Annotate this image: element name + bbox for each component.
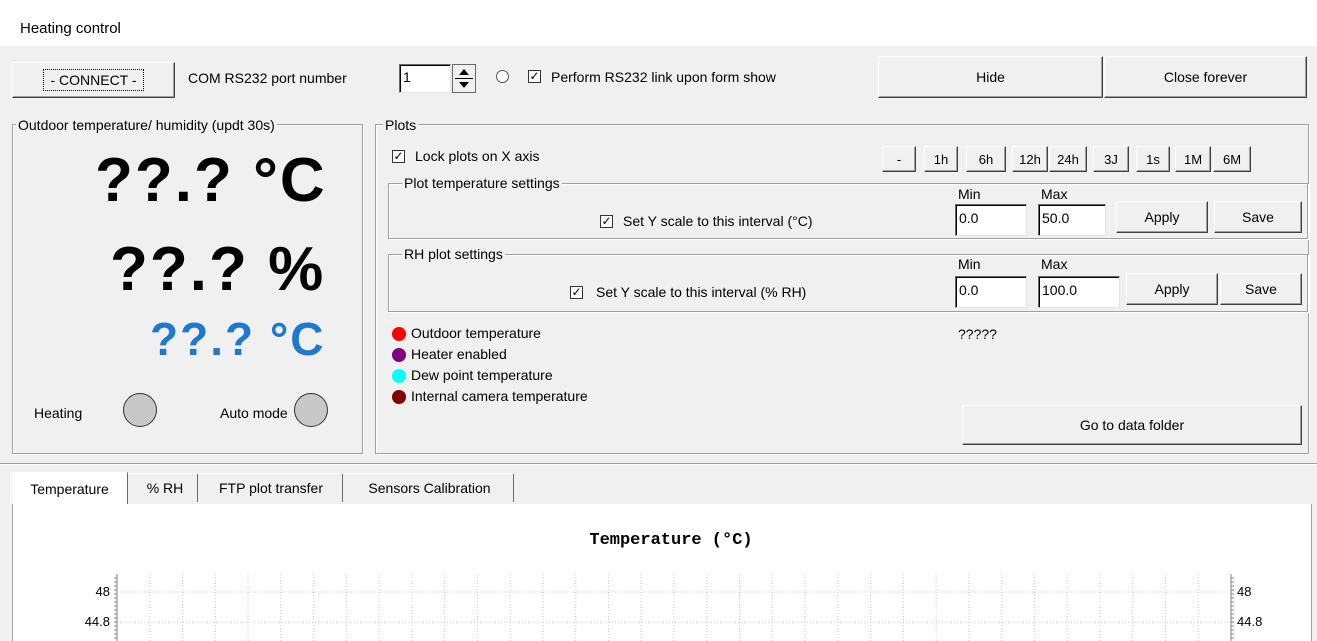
port-number-value: 1 — [403, 69, 411, 85]
rh-min-label: Min — [958, 256, 981, 272]
lock-plots-label: Lock plots on X axis — [415, 148, 540, 164]
connect-button-label: - CONNECT - — [43, 69, 144, 91]
temp-save-button[interactable]: Save — [1214, 201, 1302, 233]
rh-max-input[interactable]: 100.0 — [1038, 276, 1120, 308]
perform-link-label: Perform RS232 link upon form show — [551, 69, 776, 85]
rh-apply-button[interactable]: Apply — [1126, 273, 1218, 305]
temp-max-label: Max — [1041, 186, 1068, 202]
temp-apply-label: Apply — [1144, 209, 1180, 225]
tab-ftp-label: FTP plot transfer — [218, 480, 323, 496]
legend-outdoor-label: Outdoor temperature — [411, 325, 541, 341]
range-button-1h[interactable]: 1h — [924, 146, 958, 172]
tab-rh-label: % RH — [146, 480, 184, 496]
y-tick-left-48: 48 — [96, 584, 110, 599]
port-number-input[interactable]: 1 — [399, 64, 451, 93]
legend-dot-camera — [392, 390, 406, 404]
rh-min-input[interactable]: 0.0 — [955, 276, 1027, 308]
temp-min-label: Min — [958, 186, 981, 202]
legend-dot-outdoor — [392, 327, 406, 341]
temp-min-input[interactable]: 0.0 — [955, 204, 1027, 236]
rh-max-value: 100.0 — [1042, 282, 1078, 298]
rh-scale-checkbox[interactable]: ✓ — [570, 286, 583, 299]
chart-title: Temperature (°C) — [589, 531, 752, 550]
tab-sensors-calibration-label: Sensors Calibration — [368, 480, 491, 496]
temp-scale-checkbox[interactable]: ✓ — [600, 215, 613, 228]
tab-sensors-calibration[interactable]: Sensors Calibration — [346, 474, 514, 502]
temp-settings-title: Plot temperature settings — [402, 175, 562, 191]
y-tick-left-44-8: 44.8 — [85, 614, 110, 629]
temp-save-label: Save — [1242, 209, 1274, 225]
status-text: ????? — [958, 326, 997, 342]
title-bar — [0, 0, 1317, 46]
heating-label: Heating — [34, 405, 83, 421]
spinner-down-icon[interactable] — [459, 82, 469, 88]
chart-grid — [114, 574, 1234, 641]
rh-save-label: Save — [1245, 281, 1277, 297]
range-button-12h[interactable]: 12h — [1012, 146, 1048, 172]
outdoor-temperature-value: ??.? °C — [95, 146, 327, 215]
y-tick-right-48: 48 — [1237, 584, 1251, 599]
rh-save-button[interactable]: Save — [1220, 273, 1302, 305]
legend-camera-label: Internal camera temperature — [411, 388, 588, 404]
go-to-data-folder-button[interactable]: Go to data folder — [962, 405, 1302, 445]
spinner-up-icon[interactable] — [459, 69, 469, 75]
range-button-1s[interactable]: 1s — [1136, 146, 1170, 172]
range-button-6h[interactable]: 6h — [966, 146, 1006, 172]
outdoor-humidity-value: ??.? % — [110, 235, 326, 304]
rh-min-value: 0.0 — [959, 282, 979, 298]
temp-scale-label: Set Y scale to this interval (°C) — [623, 213, 813, 229]
legend-heater-label: Heater enabled — [411, 346, 507, 362]
go-to-data-folder-label: Go to data folder — [1079, 417, 1185, 433]
range-button-minus[interactable]: - — [882, 146, 916, 172]
plots-group-title: Plots — [383, 117, 419, 133]
legend-dew-point-label: Dew point temperature — [411, 367, 553, 383]
tab-rh[interactable]: % RH — [133, 474, 198, 502]
hide-button-label: Hide — [976, 69, 1005, 85]
range-button-1m[interactable]: 1M — [1175, 146, 1211, 172]
temp-max-value: 50.0 — [1042, 210, 1070, 226]
close-forever-button-label: Close forever — [1163, 69, 1248, 85]
range-button-6m[interactable]: 6M — [1213, 146, 1251, 172]
legend-dot-dew-point — [392, 369, 406, 383]
window-title: Heating control — [20, 20, 121, 37]
outdoor-group-title: Outdoor temperature/ humidity (updt 30s) — [16, 117, 277, 133]
auto-mode-indicator[interactable] — [294, 393, 328, 427]
tab-temperature-label: Temperature — [30, 480, 109, 497]
connect-button[interactable]: - CONNECT - — [12, 62, 175, 98]
port-number-spinner[interactable] — [452, 64, 476, 93]
temp-max-input[interactable]: 50.0 — [1038, 204, 1106, 236]
legend-dot-heater — [392, 348, 406, 362]
y-tick-right-44-8: 44.8 — [1237, 614, 1262, 629]
dew-point-value: ??.? °C — [150, 313, 326, 365]
tab-ftp-plot-transfer[interactable]: FTP plot transfer — [200, 474, 343, 502]
rh-settings-title: RH plot settings — [402, 246, 505, 262]
lock-plots-checkbox[interactable]: ✓ — [392, 150, 405, 163]
range-button-24h[interactable]: 24h — [1049, 146, 1087, 172]
close-forever-button[interactable]: Close forever — [1104, 56, 1307, 98]
heating-indicator — [123, 393, 157, 427]
temp-apply-button[interactable]: Apply — [1116, 201, 1208, 233]
chart-panel: Temperature (°C) 48 44.8 48 44.8 — [12, 504, 1312, 641]
temp-min-value: 0.0 — [959, 210, 979, 226]
temperature-chart: Temperature (°C) 48 44.8 48 44.8 — [85, 531, 1262, 641]
hide-button[interactable]: Hide — [878, 56, 1103, 98]
range-button-3j[interactable]: 3J — [1093, 146, 1129, 172]
radio-button[interactable] — [496, 70, 509, 83]
rh-max-label: Max — [1041, 256, 1068, 272]
rh-scale-label: Set Y scale to this interval (% RH) — [596, 284, 807, 300]
perform-link-checkbox[interactable]: ✓ — [528, 70, 541, 83]
rh-apply-label: Apply — [1154, 281, 1190, 297]
auto-mode-label: Auto mode — [220, 405, 288, 421]
section-divider — [0, 463, 1317, 465]
com-port-label: COM RS232 port number — [188, 70, 347, 86]
tab-temperature[interactable]: Temperature — [12, 472, 128, 504]
